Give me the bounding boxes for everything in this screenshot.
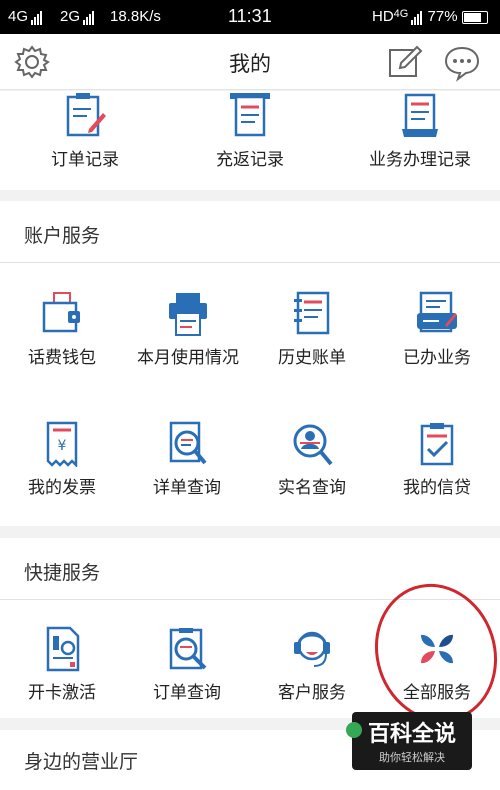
nav-bar: 我的 [0, 34, 500, 90]
order-search-icon [169, 628, 207, 670]
grid-item-business-record[interactable]: 业务办理记录 [350, 91, 490, 170]
battery-icon [461, 10, 488, 24]
status-net-2: 2G [60, 8, 95, 25]
realname-search-icon [293, 424, 333, 466]
grid-item-detail-search[interactable]: 详单查询 [137, 421, 237, 498]
records-card: 订单记录 充返记录 业务办理记录 [0, 91, 500, 190]
invoice-icon: ¥ [46, 421, 78, 467]
edit-icon[interactable] [384, 42, 424, 82]
network-label-1: 4G [8, 8, 29, 25]
notebook-icon [294, 291, 330, 335]
network-label-2: 2G [60, 8, 81, 25]
page-title: 我的 [229, 52, 271, 76]
grid-item-invoice[interactable]: ¥ 我的发票 [12, 421, 112, 498]
nearby-section-title: 身边的营业厅 [24, 751, 139, 773]
watermark-ball-icon [346, 722, 362, 738]
watermark-sub: 助你轻松解决 [379, 751, 445, 764]
signal-icon-3 [411, 8, 423, 25]
invoice-label: 我的发票 [28, 478, 96, 498]
network-label-3: 4G [393, 8, 409, 20]
order-search-label: 订单查询 [153, 683, 221, 703]
status-bar: 4G 2G 18.8K/s 11:31 HD4G 77% [0, 0, 500, 34]
sim-card-icon [46, 626, 80, 672]
recharge-record-label: 充返记录 [216, 150, 284, 170]
grid-item-customer-service[interactable]: 客户服务 [262, 626, 362, 703]
business-record-icon [402, 93, 438, 137]
quick-section-title: 快捷服务 [24, 562, 101, 584]
detail-search-icon [169, 421, 207, 465]
clock: 11:31 [228, 6, 272, 26]
my-credit-label: 我的信贷 [403, 478, 471, 498]
watermark-main: 百科全说 [367, 722, 456, 747]
signal-icon [31, 8, 43, 25]
signal-icon-2 [83, 8, 95, 25]
divider [0, 262, 500, 263]
status-right: HD4G 77% [372, 8, 488, 25]
wallet-icon [42, 292, 80, 333]
done-business-label: 已办业务 [403, 348, 471, 368]
grid-item-recharge-record[interactable]: 充返记录 [185, 91, 315, 170]
detail-search-label: 详单查询 [153, 478, 221, 498]
order-record-label: 订单记录 [51, 150, 119, 170]
battery-percent: 77% [427, 8, 458, 25]
grid-item-wallet[interactable]: 话费钱包 [12, 291, 112, 368]
customer-service-label: 客户服务 [278, 683, 346, 703]
hd-label: HD [372, 8, 394, 25]
history-bill-label: 历史账单 [278, 348, 346, 368]
account-section-title: 账户服务 [24, 225, 101, 247]
account-services-card: 账户服务 话费钱包 本月使用情况 历史账单 已办业务 ¥ 我的发票 详单查询 实… [0, 201, 500, 526]
grid-item-done-business[interactable]: 已办业务 [387, 291, 487, 368]
recharge-record-icon [230, 93, 270, 137]
headset-icon [294, 631, 330, 667]
grid-item-my-credit[interactable]: 我的信贷 [387, 421, 487, 498]
card-activation-label: 开卡激活 [28, 683, 96, 703]
grid-item-history-bill[interactable]: 历史账单 [262, 291, 362, 368]
clipboard-check-icon [420, 423, 454, 466]
grid-item-card-activation[interactable]: 开卡激活 [12, 626, 112, 703]
grid-item-realname-search[interactable]: 实名查询 [262, 421, 362, 498]
id-card-icon [417, 291, 457, 333]
business-record-label: 业务办理记录 [369, 150, 471, 170]
grid-item-monthly-usage[interactable]: 本月使用情况 [124, 291, 252, 368]
printer-icon [169, 293, 207, 336]
watermark-logo: 百科全说 助你轻松解决 [346, 712, 472, 770]
message-icon[interactable] [442, 42, 482, 82]
realname-search-label: 实名查询 [278, 478, 346, 498]
grid-item-order-search[interactable]: 订单查询 [137, 626, 237, 703]
network-speed: 18.8K/s [110, 8, 161, 25]
monthly-usage-label: 本月使用情况 [137, 348, 239, 368]
wallet-label: 话费钱包 [28, 348, 96, 368]
status-net-1: 4G [8, 8, 43, 25]
grid-item-order-record[interactable]: 订单记录 [20, 91, 150, 170]
svg-text:¥: ¥ [58, 438, 67, 454]
order-record-icon [66, 93, 106, 137]
